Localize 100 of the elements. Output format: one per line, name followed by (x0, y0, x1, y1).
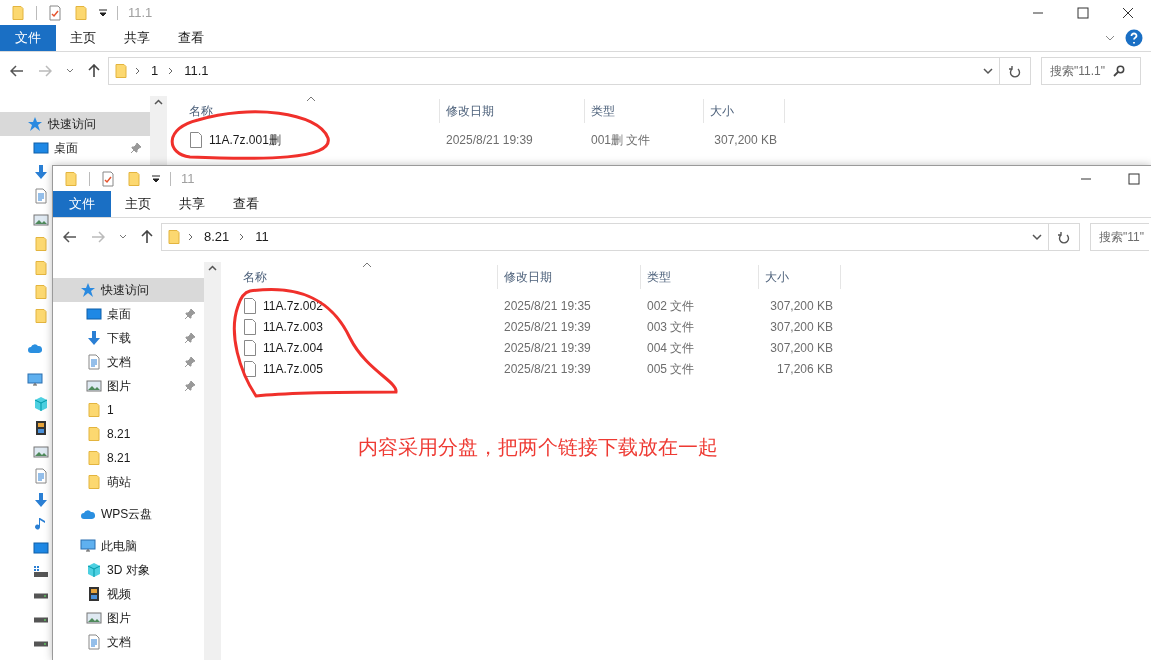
ribbon-tab[interactable]: 共享 (165, 191, 219, 217)
column-header[interactable]: 类型 (591, 102, 615, 120)
file-row[interactable]: 11A.7z.003 2025/8/21 19:39 003 文件 307,200 KB (221, 316, 1151, 337)
nav-item[interactable]: 图片 (53, 606, 204, 630)
pin-icon[interactable] (184, 380, 196, 392)
type-text: 005 文件 (647, 361, 695, 376)
document-icon (86, 354, 102, 370)
breadcrumb[interactable]: 8.21 (200, 227, 234, 247)
document-icon (33, 468, 49, 484)
file-name: 11A.7z.003 (263, 318, 323, 336)
search-field[interactable]: 搜索"11.1" (1041, 57, 1141, 85)
file-menu-tab[interactable]: 文件 (0, 25, 56, 51)
ribbon-tab[interactable]: 主页 (111, 191, 165, 217)
file-name: 11A.7z.001删 (209, 131, 281, 149)
sort-caret-icon (362, 262, 372, 268)
column-header[interactable]: 修改日期 (446, 102, 494, 120)
folder-icon (33, 260, 49, 276)
window-title: 11 (181, 169, 195, 188)
star-icon (27, 116, 43, 132)
window-title: 11.1 (128, 3, 153, 22)
pin-icon[interactable] (184, 332, 196, 344)
breadcrumb[interactable]: 1 (147, 61, 163, 81)
cube-icon (33, 396, 49, 412)
column-header[interactable]: 名称 (189, 102, 213, 120)
chevron-down-icon (1105, 34, 1115, 42)
search-field[interactable]: 搜索"11" (1090, 223, 1149, 251)
breadcrumb[interactable]: 11.1 (180, 61, 213, 81)
nav-item[interactable]: 文档 (53, 630, 204, 654)
folder-icon (86, 426, 102, 442)
folder-icon (63, 170, 79, 187)
ribbon-tab[interactable]: 查看 (164, 25, 218, 51)
nav-item[interactable]: 图片 (53, 374, 204, 398)
ribbon-tab[interactable]: 共享 (110, 25, 164, 51)
star-icon (80, 282, 96, 298)
back-arrow-icon (63, 231, 77, 243)
dropdown-icon (152, 174, 160, 183)
nav-item[interactable]: 快速访问 (53, 278, 204, 302)
address-bar[interactable]: 8.21 11 (161, 223, 1049, 251)
nav-item[interactable]: WPS云盘 (53, 502, 204, 526)
folder-icon (33, 308, 49, 324)
ribbon-tab[interactable]: 主页 (56, 25, 110, 51)
size-text: 307,200 KB (770, 340, 833, 355)
nav-item[interactable]: 视频 (53, 582, 204, 606)
pin-icon[interactable] (130, 142, 142, 154)
file-name: 11A.7z.005 (263, 360, 323, 378)
column-header[interactable]: 大小 (710, 102, 734, 120)
nav-item[interactable]: 1 (53, 398, 204, 422)
chevron-down-icon (119, 234, 127, 240)
drive-icon (33, 593, 49, 599)
nav-item[interactable]: 桌面 (0, 136, 150, 160)
refresh-icon (1058, 230, 1070, 244)
breadcrumb[interactable]: 11 (251, 227, 273, 247)
nav-item[interactable]: 快速访问 (0, 112, 150, 136)
column-header[interactable]: 名称 (243, 268, 267, 286)
folder-icon (73, 4, 89, 21)
file-row[interactable]: 11A.7z.005 2025/8/21 19:39 005 文件 17,206 KB (221, 358, 1151, 379)
refresh-button[interactable] (1000, 57, 1031, 85)
file-row[interactable]: 11A.7z.002 2025/8/21 19:35 002 文件 307,200 KB (221, 295, 1151, 316)
forward-arrow-icon (91, 231, 105, 243)
file-menu-tab[interactable]: 文件 (53, 191, 111, 217)
file-row[interactable]: 11A.7z.001删 2025/8/21 19:39 001删 文件 307,200 KB (167, 129, 1151, 150)
maximize-icon (1128, 172, 1140, 185)
picture-icon (86, 378, 102, 394)
maximize-icon (1077, 6, 1089, 19)
nav-item[interactable]: 桌面 (53, 302, 204, 326)
folder-icon (86, 474, 102, 490)
nav-item[interactable]: 3D 对象 (53, 558, 204, 582)
search-icon (1113, 65, 1125, 77)
folder-icon (86, 402, 102, 418)
nav-item[interactable]: 8.21 (53, 446, 204, 470)
column-header[interactable]: 类型 (647, 268, 671, 286)
nav-item[interactable]: 此电脑 (53, 534, 204, 558)
file-name: 11A.7z.004 (263, 339, 323, 357)
down-arrow-icon (33, 164, 49, 180)
size-text: 307,200 KB (714, 132, 777, 147)
forward-arrow-icon (38, 65, 52, 77)
nav-item[interactable]: 萌站 (53, 470, 204, 494)
date-text: 2025/8/21 19:39 (504, 319, 591, 334)
monitor-icon (33, 140, 49, 156)
address-bar[interactable]: 1 11.1 (108, 57, 1000, 85)
type-text: 001删 文件 (591, 132, 651, 147)
nav-item[interactable]: 下载 (53, 326, 204, 350)
refresh-button[interactable] (1049, 223, 1080, 251)
file-row[interactable]: 11A.7z.004 2025/8/21 19:39 004 文件 307,200 KB (221, 337, 1151, 358)
column-header[interactable]: 修改日期 (504, 268, 552, 286)
pin-icon[interactable] (184, 308, 196, 320)
scroll-up-icon (154, 99, 163, 105)
pin-icon[interactable] (184, 356, 196, 368)
drive-icon (33, 641, 49, 647)
nav-item[interactable]: 8.21 (53, 422, 204, 446)
ribbon-tab[interactable]: 查看 (219, 191, 273, 217)
nav-item[interactable]: 文档 (53, 350, 204, 374)
date-text: 2025/8/21 19:39 (504, 361, 591, 376)
file-name: 11A.7z.002 (263, 297, 323, 315)
file-icon (243, 360, 257, 377)
folder-icon (113, 63, 129, 79)
drive-icon (33, 617, 49, 623)
column-header[interactable]: 大小 (765, 268, 789, 286)
chevron-icon (135, 67, 141, 75)
picture-icon (33, 212, 49, 228)
